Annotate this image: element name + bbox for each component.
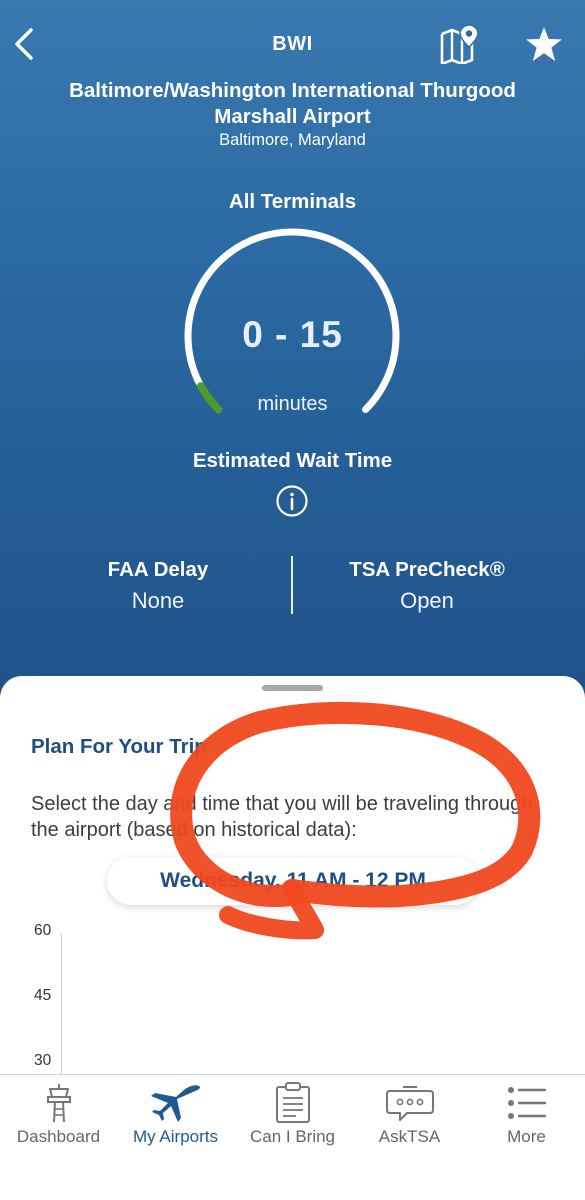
tab-asktsa[interactable]: AskTSA — [351, 1075, 468, 1175]
precheck-label: TSA PreCheck® — [349, 558, 505, 581]
map-pin-icon — [440, 24, 479, 64]
plan-description: Select the day and time that you will be… — [31, 793, 533, 841]
airplane-icon — [150, 1085, 200, 1122]
tab-label: Can I Bring — [249, 1127, 336, 1146]
tab-label: More — [507, 1127, 546, 1146]
tab-label: My Airports — [132, 1127, 219, 1146]
estimated-wait-label: Estimated Wait Time — [192, 449, 393, 472]
wait-time-unit: minutes — [257, 393, 328, 415]
y-tick-label: 60 — [34, 922, 52, 939]
chart-y-axis — [61, 934, 62, 1076]
faa-delay-status: FAA Delay None — [58, 558, 258, 614]
airport-city: Baltimore, Maryland — [219, 131, 366, 149]
list-icon — [507, 1087, 546, 1119]
tab-label: Dashboard — [16, 1127, 101, 1146]
tab-more[interactable]: More — [468, 1075, 585, 1175]
tab-my-airports[interactable]: My Airports — [117, 1075, 234, 1175]
precheck-status: TSA PreCheck® Open — [318, 558, 536, 614]
precheck-value: Open — [400, 588, 454, 613]
tab-can-i-bring[interactable]: Can I Bring — [234, 1075, 351, 1175]
chat-bubble-icon — [385, 1086, 434, 1121]
faa-delay-label: FAA Delay — [107, 558, 209, 581]
tab-label: AskTSA — [378, 1127, 441, 1146]
clipboard-icon — [275, 1082, 310, 1123]
bottom-tab-bar: Dashboard My Airports Can I Bring AskTSA… — [0, 1074, 585, 1200]
plan-trip-sheet: Plan For Your Trip Select the day and ti… — [0, 676, 585, 1076]
control-tower-icon — [46, 1084, 71, 1123]
star-icon — [526, 27, 562, 61]
tab-dashboard[interactable]: Dashboard — [0, 1075, 117, 1175]
terminal-selector[interactable]: All Terminals — [0, 190, 585, 214]
favorite-button[interactable] — [522, 24, 566, 64]
airport-name: Baltimore/Washington International Thurg… — [69, 79, 516, 128]
airport-header: BWI Baltimore/Washington International T… — [0, 0, 585, 720]
wait-time-range: 0 - 15 — [242, 314, 343, 355]
y-tick-label: 30 — [34, 1052, 52, 1069]
info-icon — [276, 485, 308, 517]
sheet-grabber[interactable] — [262, 685, 323, 691]
info-button[interactable] — [274, 483, 310, 519]
plan-title: Plan For Your Trip — [31, 735, 207, 758]
status-divider — [291, 556, 293, 614]
y-tick-label: 45 — [34, 987, 52, 1004]
faa-delay-value: None — [131, 588, 185, 613]
day-time-selector[interactable]: Wednesday, 11 AM - 12 PM — [107, 857, 479, 905]
airport-code: BWI — [272, 33, 313, 55]
map-button[interactable] — [436, 22, 482, 66]
